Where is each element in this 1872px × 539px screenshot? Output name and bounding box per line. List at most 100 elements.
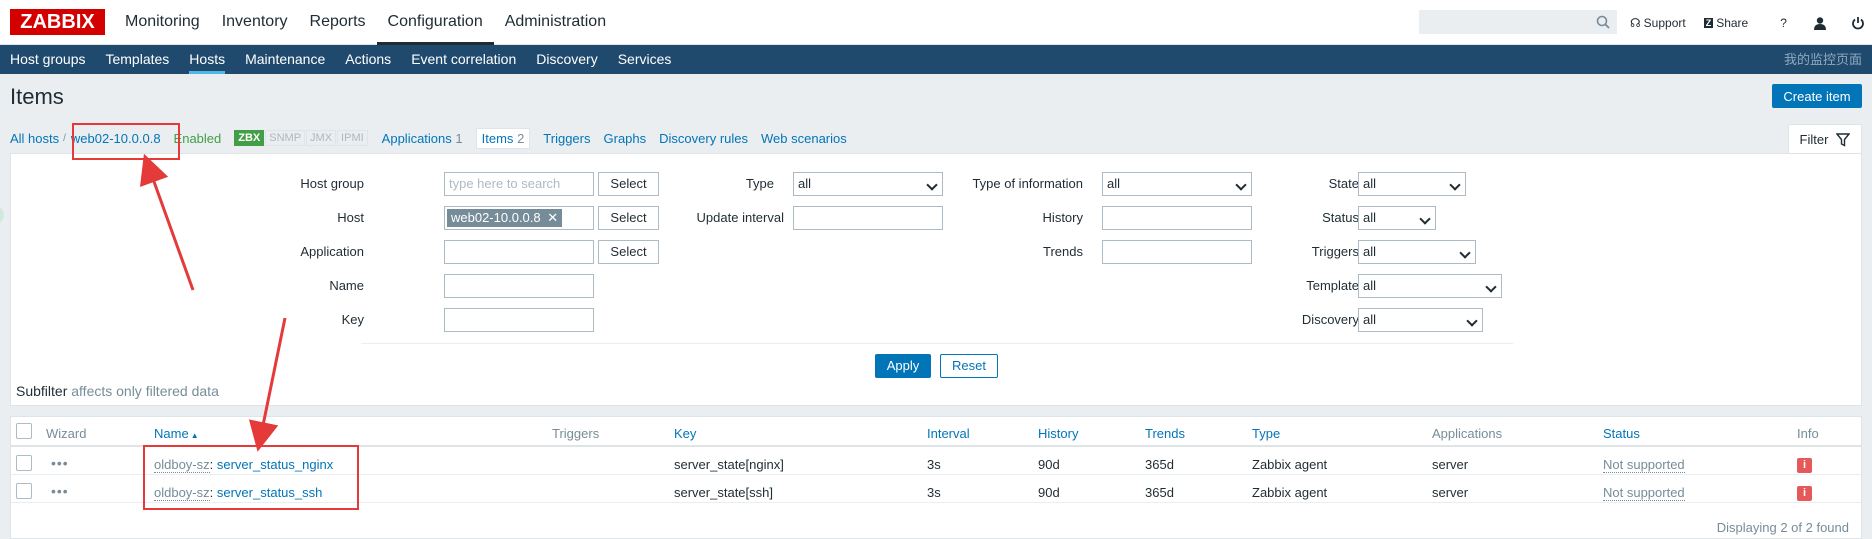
template-select[interactable]: all: [1358, 274, 1502, 298]
wizard-menu-icon[interactable]: •••: [51, 455, 69, 471]
tab-triggers[interactable]: Triggers: [543, 131, 590, 146]
help-icon: ?: [1780, 15, 1787, 30]
top-links: ☊ Support Z Share ?: [1630, 0, 1872, 45]
item-status-link[interactable]: Not supported: [1603, 485, 1685, 501]
tab-graphs[interactable]: Graphs: [604, 131, 647, 146]
host-group-input[interactable]: type here to search: [444, 172, 594, 196]
item-key: server_state[ssh]: [674, 485, 773, 500]
trends-input[interactable]: [1102, 240, 1252, 264]
type-of-information-select[interactable]: all: [1102, 172, 1252, 196]
power-icon: [1852, 16, 1864, 29]
header-triggers: Triggers: [552, 426, 600, 441]
trends-label: Trends: [1043, 244, 1083, 259]
search-input[interactable]: [1419, 10, 1617, 34]
update-interval-label: Update interval: [696, 210, 784, 225]
row-checkbox[interactable]: [16, 455, 32, 471]
top-bar: ZABBIX Monitoring Inventory Reports Conf…: [0, 0, 1872, 45]
item-interval: 3s: [927, 457, 941, 472]
host-select-button[interactable]: Select: [598, 206, 659, 230]
menu-configuration[interactable]: Configuration: [376, 0, 494, 45]
user-profile-link[interactable]: [1813, 16, 1827, 30]
select-all-checkbox[interactable]: [16, 423, 32, 439]
key-input[interactable]: [444, 308, 594, 332]
status-select[interactable]: all: [1358, 206, 1436, 230]
filter-tab[interactable]: Filter: [1788, 124, 1862, 154]
subnav-templates[interactable]: Templates: [95, 45, 179, 74]
host-tag[interactable]: web02-10.0.0.8 ✕: [447, 209, 563, 227]
subnav-services[interactable]: Services: [608, 45, 682, 74]
menu-administration[interactable]: Administration: [494, 0, 617, 45]
item-status-link[interactable]: Not supported: [1603, 457, 1685, 473]
subnav-discovery[interactable]: Discovery: [526, 45, 607, 74]
error-info-icon[interactable]: i: [1797, 458, 1812, 473]
subnav-actions[interactable]: Actions: [335, 45, 401, 74]
triggers-label: Triggers: [1311, 244, 1359, 259]
share-link[interactable]: Z Share: [1703, 16, 1748, 30]
tab-items[interactable]: Items 2: [475, 127, 531, 149]
subfilter: Subfilter affects only filtered data: [16, 383, 219, 399]
header-history[interactable]: History: [1038, 426, 1078, 441]
key-label: Key: [341, 312, 364, 327]
apply-button[interactable]: Apply: [875, 354, 931, 378]
application-input[interactable]: [444, 240, 594, 264]
subnav-maintenance[interactable]: Maintenance: [235, 45, 335, 74]
subfilter-label: Subfilter: [16, 383, 68, 399]
header-name[interactable]: Name ▲: [154, 426, 199, 441]
header-status[interactable]: Status: [1603, 426, 1640, 441]
header-name-label: Name: [154, 426, 189, 441]
name-label: Name: [329, 278, 364, 293]
host-group-select-button[interactable]: Select: [598, 172, 659, 196]
all-hosts-link[interactable]: All hosts: [10, 131, 59, 146]
tab-applications[interactable]: Applications 1: [382, 131, 463, 146]
menu-inventory[interactable]: Inventory: [211, 0, 299, 45]
header-interval[interactable]: Interval: [927, 426, 970, 441]
items-count: 2: [517, 130, 525, 146]
main-menu: Monitoring Inventory Reports Configurati…: [114, 0, 617, 45]
item-type: Zabbix agent: [1252, 485, 1328, 500]
side-handle[interactable]: [0, 206, 4, 224]
item-status: Not supported: [1603, 485, 1685, 501]
availability-badges: ZBX SNMP JMX IPMI: [234, 130, 368, 146]
reset-button[interactable]: Reset: [940, 354, 998, 378]
application-select-button[interactable]: Select: [598, 240, 659, 264]
menu-monitoring[interactable]: Monitoring: [114, 0, 211, 45]
sign-out-link[interactable]: [1851, 16, 1865, 30]
tab-discovery-rules[interactable]: Discovery rules: [659, 131, 748, 146]
wizard-menu-icon[interactable]: •••: [51, 483, 69, 499]
update-interval-input[interactable]: [793, 206, 943, 230]
host-status[interactable]: Enabled: [174, 131, 222, 146]
host-group-label: Host group: [300, 176, 364, 191]
item-history: 90d: [1038, 485, 1060, 500]
row-checkbox[interactable]: [16, 483, 32, 499]
menu-reports[interactable]: Reports: [299, 0, 377, 45]
header-type[interactable]: Type: [1252, 426, 1280, 441]
zbx-badge: ZBX: [234, 130, 265, 146]
create-item-button[interactable]: Create item: [1772, 84, 1862, 108]
history-input[interactable]: [1102, 206, 1252, 230]
history-label: History: [1042, 210, 1083, 225]
error-info-icon[interactable]: i: [1797, 486, 1812, 501]
name-input[interactable]: [444, 274, 594, 298]
triggers-select[interactable]: all: [1358, 240, 1476, 264]
header-key[interactable]: Key: [674, 426, 696, 441]
support-link[interactable]: ☊ Support: [1630, 16, 1686, 30]
search-icon[interactable]: [1596, 15, 1610, 29]
breadcrumb-separator: /: [63, 132, 66, 144]
sort-asc-icon: ▲: [190, 431, 199, 440]
discovery-select[interactable]: all: [1358, 308, 1483, 332]
subnav-hosts[interactable]: Hosts: [179, 45, 235, 74]
help-link[interactable]: ?: [1780, 16, 1787, 30]
remove-tag-icon[interactable]: ✕: [547, 210, 558, 225]
tab-web-scenarios[interactable]: Web scenarios: [761, 131, 847, 146]
annotation-box-items: [143, 445, 359, 510]
host-multiselect[interactable]: web02-10.0.0.8 ✕: [444, 206, 594, 230]
type-of-information-label: Type of information: [972, 176, 1083, 191]
zabbix-logo[interactable]: ZABBIX: [10, 9, 105, 35]
subnav-host-groups[interactable]: Host groups: [0, 45, 95, 74]
type-select[interactable]: all: [793, 172, 943, 196]
subnav-event-correlation[interactable]: Event correlation: [401, 45, 526, 74]
template-label: Template: [1306, 278, 1359, 293]
applications-label: Applications: [381, 130, 452, 146]
header-trends[interactable]: Trends: [1145, 426, 1185, 441]
state-select[interactable]: all: [1358, 172, 1466, 196]
